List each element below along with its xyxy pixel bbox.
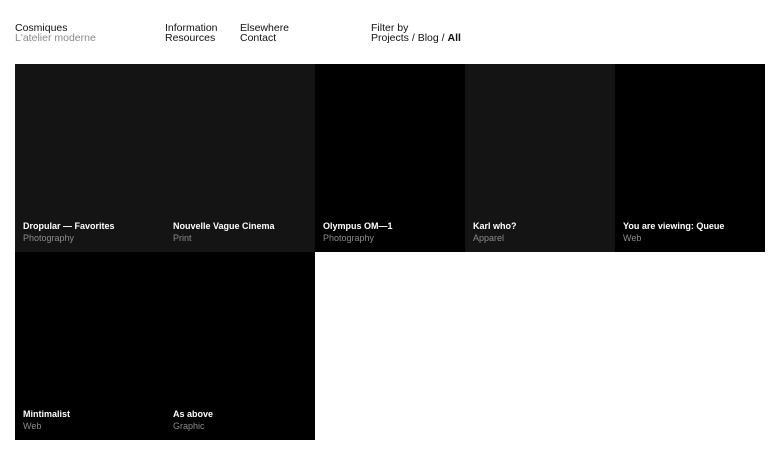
tile-caption: Dropular — Favorites Photography	[23, 220, 159, 244]
tile-title: You are viewing: Queue	[623, 221, 725, 231]
tile-category: Photography	[23, 233, 75, 243]
tile-category: Graphic	[173, 421, 205, 431]
filter-options: Projects / Blog / All	[371, 32, 461, 44]
nav-resources-label: Resources	[165, 32, 216, 44]
filter-all-link[interactable]: All	[447, 32, 460, 44]
tile-title: Olympus OM—1	[323, 221, 393, 231]
tile-caption: Olympus OM—1 Photography	[323, 220, 459, 244]
tile-title: Karl who?	[473, 221, 517, 231]
tile-category: Web	[623, 233, 642, 243]
tile-title: Nouvelle Vague Cinema	[173, 221, 275, 231]
tile-caption: You are viewing: Queue Web	[623, 220, 759, 244]
tile-caption: Mintimalist Web	[23, 408, 159, 432]
filter-group: Filter by Projects / Blog / All	[371, 23, 461, 44]
tile-title: Mintimalist	[23, 409, 71, 419]
project-tile-dropular[interactable]: Dropular — Favorites Photography	[15, 64, 165, 252]
nav-contact-label: Contact	[240, 32, 277, 44]
project-tile-olympus[interactable]: Olympus OM—1 Photography	[315, 64, 465, 252]
filter-blog-label: Blog	[417, 32, 439, 44]
project-tile-nouvelle-vague[interactable]: Nouvelle Vague Cinema Print	[165, 64, 315, 252]
nav-column-2: Elsewhere Contact	[240, 23, 289, 44]
tile-title: As above	[173, 409, 214, 419]
filter-blog-link[interactable]: Blog	[418, 32, 439, 44]
tile-category: Web	[23, 421, 42, 431]
tile-caption: Karl who? Apparel	[473, 220, 609, 244]
site-header: Cosmiques L'atelier moderne Information …	[0, 23, 768, 53]
filter-separator: /	[408, 32, 418, 44]
nav-contact-link[interactable]: Contact	[240, 32, 289, 44]
filter-projects-label: Projects	[371, 32, 409, 44]
tile-title: Dropular — Favorites	[23, 221, 115, 231]
project-tile-karl-who[interactable]: Karl who? Apparel	[465, 64, 615, 252]
tile-category: Print	[173, 233, 192, 243]
site-tagline: L'atelier moderne	[15, 32, 96, 44]
nav-column-1: Information Resources	[165, 23, 218, 44]
tile-caption: As above Graphic	[173, 408, 309, 432]
project-tile-queue[interactable]: You are viewing: Queue Web	[615, 64, 765, 252]
nav-resources-link[interactable]: Resources	[165, 32, 218, 44]
filter-all-label: All	[447, 32, 461, 44]
project-grid: Dropular — Favorites Photography Nouvell…	[15, 64, 765, 440]
project-tile-mintimalist[interactable]: Mintimalist Web	[15, 252, 165, 440]
tile-category: Apparel	[473, 233, 505, 243]
project-tile-as-above[interactable]: As above Graphic	[165, 252, 315, 440]
filter-projects-link[interactable]: Projects	[371, 32, 409, 44]
tile-category: Photography	[323, 233, 375, 243]
brand: Cosmiques L'atelier moderne	[15, 23, 96, 44]
tile-caption: Nouvelle Vague Cinema Print	[173, 220, 309, 244]
